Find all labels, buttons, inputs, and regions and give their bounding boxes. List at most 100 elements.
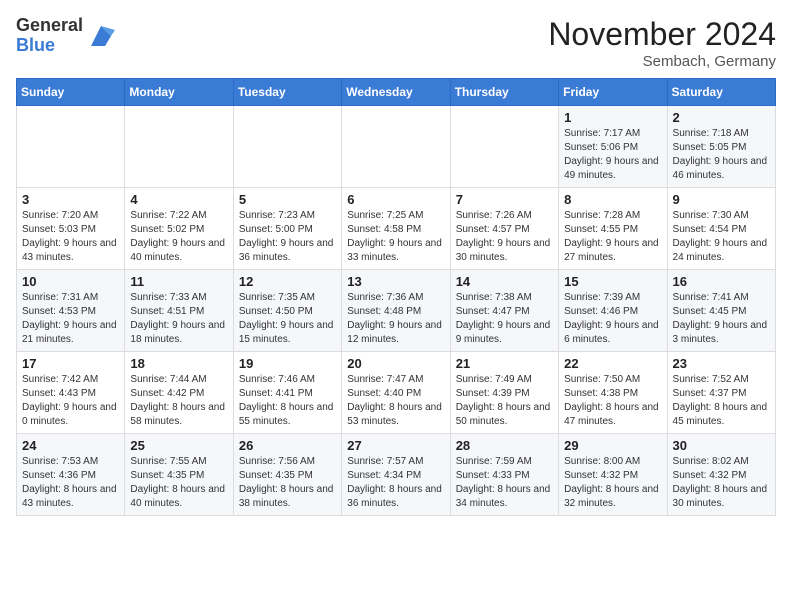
day-number: 21 (456, 356, 553, 371)
day-info: Sunrise: 8:00 AM Sunset: 4:32 PM Dayligh… (564, 455, 661, 511)
logo-icon (87, 22, 115, 50)
day-number: 4 (130, 192, 227, 207)
day-number: 11 (130, 274, 227, 289)
table-row: 29 Sunrise: 8:00 AM Sunset: 4:32 PM Dayli… (559, 434, 667, 516)
month-title: November 2024 (548, 16, 776, 53)
day-number: 22 (564, 356, 661, 371)
day-number: 14 (456, 274, 553, 289)
header-friday: Friday (559, 79, 667, 106)
title-block: November 2024 Sembach, Germany (548, 16, 776, 70)
table-row: 26Sunrise: 7:56 AM Sunset: 4:35 PM Dayli… (233, 434, 341, 516)
table-row: 3Sunrise: 7:20 AM Sunset: 5:03 PM Daylig… (17, 188, 125, 270)
day-info: Sunrise: 7:47 AM Sunset: 4:40 PM Dayligh… (347, 373, 444, 429)
day-info: Sunrise: 7:36 AM Sunset: 4:48 PM Dayligh… (347, 291, 444, 347)
table-row: 9 Sunrise: 7:30 AM Sunset: 4:54 PM Daylig… (667, 188, 775, 270)
logo-general-text: General (16, 16, 83, 36)
day-number: 30 (673, 438, 770, 453)
day-info: Sunrise: 7:53 AM Sunset: 4:36 PM Dayligh… (22, 455, 119, 511)
day-info: Sunrise: 7:44 AM Sunset: 4:42 PM Dayligh… (130, 373, 227, 429)
day-number: 15 (564, 274, 661, 289)
day-number: 27 (347, 438, 444, 453)
day-number: 28 (456, 438, 553, 453)
day-number: 20 (347, 356, 444, 371)
table-row: 24 Sunrise: 7:53 AM Sunset: 4:36 PM Dayli… (17, 434, 125, 516)
day-info: Sunrise: 8:02 AM Sunset: 4:32 PM Dayligh… (673, 455, 770, 511)
table-row: 7 Sunrise: 7:26 AM Sunset: 4:57 PM Daylig… (450, 188, 558, 270)
day-info: Sunrise: 7:31 AM Sunset: 4:53 PM Dayligh… (22, 291, 119, 347)
table-row: 11 Sunrise: 7:33 AM Sunset: 4:51 PM Dayli… (125, 270, 233, 352)
day-info: Sunrise: 7:41 AM Sunset: 4:45 PM Dayligh… (673, 291, 770, 347)
table-row: 20 Sunrise: 7:47 AM Sunset: 4:40 PM Dayli… (342, 352, 450, 434)
calendar-body: 1 Sunrise: 7:17 AM Sunset: 5:06 PM Daylig… (17, 106, 776, 516)
day-number: 8 (564, 192, 661, 207)
day-info: Sunrise: 7:38 AM Sunset: 4:47 PM Dayligh… (456, 291, 553, 347)
table-row (450, 106, 558, 188)
day-number: 9 (673, 192, 770, 207)
table-row: 6 Sunrise: 7:25 AM Sunset: 4:58 PM Daylig… (342, 188, 450, 270)
day-info: Sunrise: 7:59 AM Sunset: 4:33 PM Dayligh… (456, 455, 553, 511)
day-number: 2 (673, 110, 770, 125)
table-row: 27 Sunrise: 7:57 AM Sunset: 4:34 PM Dayli… (342, 434, 450, 516)
day-info: Sunrise: 7:42 AM Sunset: 4:43 PM Dayligh… (22, 373, 119, 429)
day-info: Sunrise: 7:35 AM Sunset: 4:50 PM Dayligh… (239, 291, 336, 347)
day-info: Sunrise: 7:52 AM Sunset: 4:37 PM Dayligh… (673, 373, 770, 429)
day-number: 1 (564, 110, 661, 125)
day-number: 10 (22, 274, 119, 289)
table-row: 10 Sunrise: 7:31 AM Sunset: 4:53 PM Dayli… (17, 270, 125, 352)
day-info: Sunrise: 7:39 AM Sunset: 4:46 PM Dayligh… (564, 291, 661, 347)
table-row: 28 Sunrise: 7:59 AM Sunset: 4:33 PM Dayli… (450, 434, 558, 516)
table-row: 1 Sunrise: 7:17 AM Sunset: 5:06 PM Daylig… (559, 106, 667, 188)
day-number: 25 (130, 438, 227, 453)
table-row: 25 Sunrise: 7:55 AM Sunset: 4:35 PM Dayli… (125, 434, 233, 516)
table-row: 14 Sunrise: 7:38 AM Sunset: 4:47 PM Dayli… (450, 270, 558, 352)
day-number: 13 (347, 274, 444, 289)
day-number: 29 (564, 438, 661, 453)
day-number: 19 (239, 356, 336, 371)
day-info: Sunrise: 7:30 AM Sunset: 4:54 PM Dayligh… (673, 209, 770, 265)
page-header: General Blue November 2024 Sembach, Germ… (16, 16, 776, 70)
table-row: 18 Sunrise: 7:44 AM Sunset: 4:42 PM Dayli… (125, 352, 233, 434)
logo-blue-text: Blue (16, 36, 83, 56)
table-row: 12Sunrise: 7:35 AM Sunset: 4:50 PM Dayli… (233, 270, 341, 352)
location: Sembach, Germany (548, 53, 776, 70)
table-row: 21 Sunrise: 7:49 AM Sunset: 4:39 PM Dayli… (450, 352, 558, 434)
day-info: Sunrise: 7:17 AM Sunset: 5:06 PM Dayligh… (564, 127, 661, 183)
header-wednesday: Wednesday (342, 79, 450, 106)
header-tuesday: Tuesday (233, 79, 341, 106)
header-saturday: Saturday (667, 79, 775, 106)
table-row: 22Sunrise: 7:50 AM Sunset: 4:38 PM Dayli… (559, 352, 667, 434)
day-info: Sunrise: 7:57 AM Sunset: 4:34 PM Dayligh… (347, 455, 444, 511)
table-row: 30 Sunrise: 8:02 AM Sunset: 4:32 PM Dayli… (667, 434, 775, 516)
calendar-table: Sunday Monday Tuesday Wednesday Thursday… (16, 78, 776, 516)
logo: General Blue (16, 16, 115, 56)
day-number: 18 (130, 356, 227, 371)
day-info: Sunrise: 7:28 AM Sunset: 4:55 PM Dayligh… (564, 209, 661, 265)
day-info: Sunrise: 7:22 AM Sunset: 5:02 PM Dayligh… (130, 209, 227, 265)
day-info: Sunrise: 7:49 AM Sunset: 4:39 PM Dayligh… (456, 373, 553, 429)
table-row (125, 106, 233, 188)
table-row: 23Sunrise: 7:52 AM Sunset: 4:37 PM Dayli… (667, 352, 775, 434)
header-sunday: Sunday (17, 79, 125, 106)
day-number: 24 (22, 438, 119, 453)
day-number: 7 (456, 192, 553, 207)
day-number: 6 (347, 192, 444, 207)
table-row: 4 Sunrise: 7:22 AM Sunset: 5:02 PM Daylig… (125, 188, 233, 270)
table-row: 2 Sunrise: 7:18 AM Sunset: 5:05 PM Daylig… (667, 106, 775, 188)
table-row: 13 Sunrise: 7:36 AM Sunset: 4:48 PM Dayli… (342, 270, 450, 352)
day-info: Sunrise: 7:55 AM Sunset: 4:35 PM Dayligh… (130, 455, 227, 511)
day-number: 5 (239, 192, 336, 207)
day-number: 17 (22, 356, 119, 371)
header-monday: Monday (125, 79, 233, 106)
calendar-header: Sunday Monday Tuesday Wednesday Thursday… (17, 79, 776, 106)
header-thursday: Thursday (450, 79, 558, 106)
day-number: 16 (673, 274, 770, 289)
day-number: 26 (239, 438, 336, 453)
table-row: 8 Sunrise: 7:28 AM Sunset: 4:55 PM Daylig… (559, 188, 667, 270)
table-row: 5 Sunrise: 7:23 AM Sunset: 5:00 PM Daylig… (233, 188, 341, 270)
table-row: 16 Sunrise: 7:41 AM Sunset: 4:45 PM Dayli… (667, 270, 775, 352)
day-info: Sunrise: 7:23 AM Sunset: 5:00 PM Dayligh… (239, 209, 336, 265)
day-info: Sunrise: 7:26 AM Sunset: 4:57 PM Dayligh… (456, 209, 553, 265)
day-info: Sunrise: 7:25 AM Sunset: 4:58 PM Dayligh… (347, 209, 444, 265)
day-info: Sunrise: 7:33 AM Sunset: 4:51 PM Dayligh… (130, 291, 227, 347)
day-info: Sunrise: 7:18 AM Sunset: 5:05 PM Dayligh… (673, 127, 770, 183)
